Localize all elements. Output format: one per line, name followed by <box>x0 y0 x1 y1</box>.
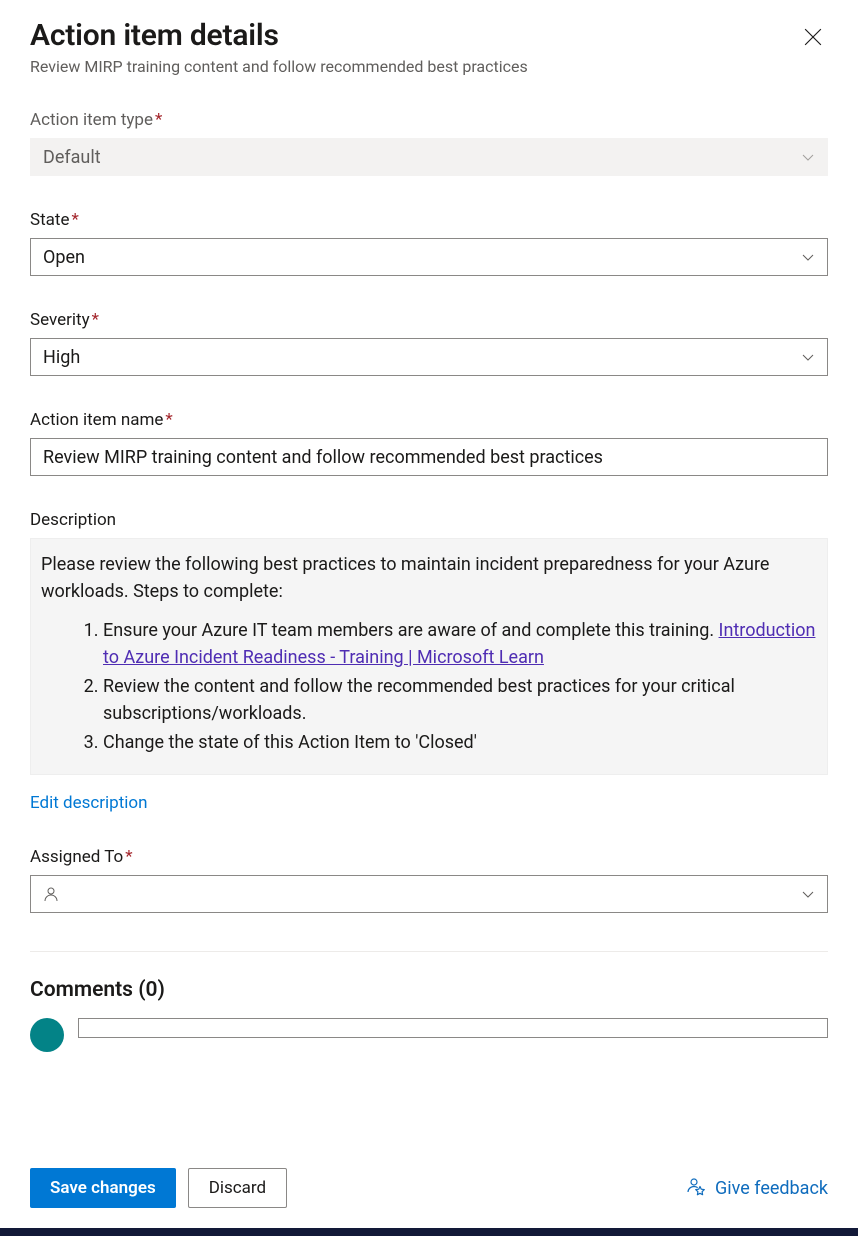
bottom-bar <box>0 1228 858 1236</box>
chevron-down-icon <box>801 250 815 264</box>
type-label: Action item type* <box>30 110 828 130</box>
chevron-down-icon <box>801 887 815 901</box>
give-feedback-link[interactable]: Give feedback <box>687 1176 828 1201</box>
close-button[interactable] <box>798 22 828 55</box>
person-icon <box>43 886 59 902</box>
severity-select[interactable]: High <box>30 338 828 376</box>
close-icon <box>804 34 822 49</box>
description-box: Please review the following best practic… <box>30 538 828 775</box>
name-input[interactable] <box>30 438 828 476</box>
avatar <box>30 1018 64 1052</box>
state-label: State* <box>30 210 828 230</box>
state-select[interactable]: Open <box>30 238 828 276</box>
description-step1: Ensure your Azure IT team members are aw… <box>103 617 817 671</box>
chevron-down-icon <box>801 350 815 364</box>
description-step2: Review the content and follow the recomm… <box>103 673 817 727</box>
assigned-label: Assigned To* <box>30 847 828 867</box>
comment-input[interactable] <box>78 1018 828 1038</box>
divider <box>30 951 828 952</box>
footer: Save changes Discard Give feedback <box>0 1144 858 1236</box>
feedback-icon <box>687 1176 707 1201</box>
description-intro: Please review the following best practic… <box>41 551 817 605</box>
panel-title: Action item details <box>30 18 528 53</box>
comments-heading: Comments (0) <box>30 978 828 1002</box>
type-value: Default <box>43 147 101 168</box>
chevron-down-icon <box>801 150 815 164</box>
save-button[interactable]: Save changes <box>30 1168 176 1208</box>
type-select: Default <box>30 138 828 176</box>
state-value: Open <box>43 247 85 268</box>
severity-value: High <box>43 347 80 368</box>
edit-description-link[interactable]: Edit description <box>30 793 148 813</box>
name-label: Action item name* <box>30 410 828 430</box>
assigned-select[interactable] <box>30 875 828 913</box>
description-label: Description <box>30 510 828 530</box>
discard-button[interactable]: Discard <box>188 1168 287 1208</box>
description-step3: Change the state of this Action Item to … <box>103 729 817 756</box>
severity-label: Severity* <box>30 310 828 330</box>
panel-subtitle: Review MIRP training content and follow … <box>30 57 528 76</box>
